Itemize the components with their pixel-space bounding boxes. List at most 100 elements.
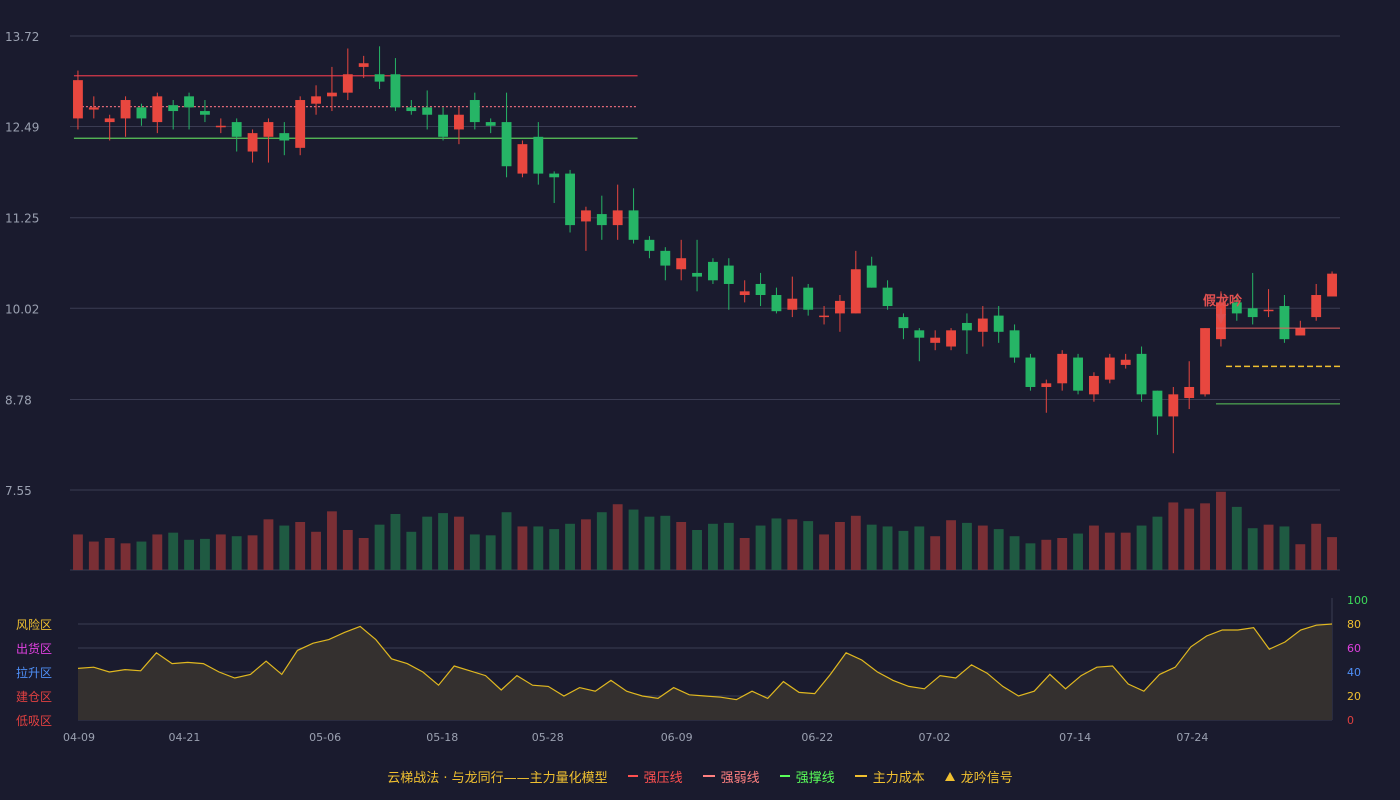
indicator-tick-label: 40 <box>1347 666 1361 679</box>
volume-bar <box>1152 516 1163 570</box>
candle-body <box>88 107 99 110</box>
volume-bar <box>1073 533 1083 570</box>
volume-bar <box>787 519 798 570</box>
legend-item-resistance[interactable]: 强压线 <box>627 767 683 786</box>
candle-body <box>215 125 226 128</box>
candle-body <box>1279 306 1290 340</box>
candle-body <box>1120 359 1131 365</box>
candle-body <box>1263 309 1274 312</box>
volume-bar <box>819 534 829 570</box>
candle-body <box>231 122 242 137</box>
volume-bar <box>1311 523 1322 570</box>
volume-bar <box>279 525 290 570</box>
date-tick-label: 07-24 <box>1176 731 1208 744</box>
legend-title: 云梯战法 · 与龙同行——主力量化模型 <box>387 770 608 786</box>
volume-bar <box>469 534 480 570</box>
indicator-tick-label: 100 <box>1347 594 1368 607</box>
volume-bar <box>263 519 274 570</box>
volume-bar <box>755 525 766 570</box>
volume-bar <box>660 515 671 570</box>
legend-item-signal[interactable]: 龙吟信号 <box>944 767 1013 786</box>
volume-bar <box>930 536 941 570</box>
volume-bar <box>88 541 99 570</box>
candle-body <box>1104 357 1115 380</box>
volume-bar <box>517 526 528 570</box>
zone-label: 拉升区 <box>16 665 52 680</box>
candle-body <box>993 315 1004 332</box>
volume-bar <box>215 534 226 570</box>
volume-bar <box>1263 524 1274 570</box>
volume-bar <box>152 534 163 570</box>
volume-bar <box>247 535 258 570</box>
volume-bar <box>882 526 893 570</box>
volume-bar <box>850 515 861 570</box>
candle-body <box>914 330 925 338</box>
volume-bar <box>501 512 512 570</box>
candle-body <box>850 269 861 314</box>
volume-bar <box>231 536 242 570</box>
volume-bar <box>993 529 1004 570</box>
candle-body <box>1247 308 1258 318</box>
resistance-swatch <box>627 775 638 777</box>
cost-swatch <box>854 775 867 777</box>
candle-body <box>581 210 591 222</box>
volume-bar <box>914 526 925 570</box>
volume-bar <box>1025 543 1036 570</box>
volume-bar <box>406 531 417 570</box>
volume-bar <box>438 513 448 570</box>
volume-bar <box>358 538 369 570</box>
candle-body <box>644 239 655 251</box>
candle-body <box>882 287 893 307</box>
legend-item-cost[interactable]: 主力成本 <box>854 767 925 786</box>
candle-body <box>390 74 401 108</box>
legend-item-strength[interactable]: 强弱线 <box>702 767 760 786</box>
volume-bar <box>946 520 956 570</box>
candle-body <box>168 105 179 112</box>
volume-bar <box>962 522 972 570</box>
candle-body <box>1311 295 1322 318</box>
indicator-tick-label: 20 <box>1347 690 1361 703</box>
volume-bar <box>1216 491 1226 570</box>
date-tick-label: 05-18 <box>426 731 458 744</box>
candle-body <box>342 74 353 93</box>
candle-body <box>422 107 433 115</box>
volume-bar <box>454 516 464 570</box>
candle-body <box>930 337 941 343</box>
volume-bar <box>120 543 131 570</box>
signal-triangle-icon <box>944 771 955 781</box>
volume-bar <box>1089 525 1099 570</box>
volume-bar <box>200 538 210 570</box>
volume-bar <box>692 530 702 570</box>
legend-item-support[interactable]: 强撑线 <box>779 767 835 786</box>
candle-body <box>755 283 766 296</box>
legend-label-strength: 强弱线 <box>720 770 760 786</box>
price-tick-label: 13.72 <box>5 30 39 44</box>
volume-bar <box>628 509 639 570</box>
candle-body <box>374 74 385 82</box>
candle-body <box>1073 357 1083 391</box>
candle-body <box>1327 273 1337 297</box>
price-tick-label: 8.78 <box>5 393 32 407</box>
candle-body <box>628 210 639 240</box>
candle-body <box>723 265 734 284</box>
candle-body <box>660 250 671 266</box>
candle-body <box>1009 330 1020 358</box>
candle-body <box>120 100 131 119</box>
volume-bar <box>1120 532 1131 570</box>
candle-body <box>898 317 909 329</box>
candle-body <box>184 96 194 108</box>
zone-label: 低吸区 <box>16 714 52 728</box>
indicator-tick-label: 60 <box>1347 642 1361 655</box>
volume-bar <box>1200 503 1210 570</box>
strength-swatch <box>702 775 715 777</box>
candle-body <box>454 114 464 130</box>
date-tick-label: 04-21 <box>168 731 200 744</box>
candlestick-chart: 13.72 12.49 11.25 10.02 8.78 7.55 假龙吟 100 80 60 40… <box>5 30 1368 744</box>
volume-bar <box>1327 537 1337 570</box>
candle-body <box>866 265 877 288</box>
candle-body <box>247 133 258 152</box>
price-tick-label: 12.49 <box>5 121 39 135</box>
candle-body <box>200 111 210 115</box>
date-tick-label: 07-14 <box>1059 731 1091 744</box>
candle-body <box>469 100 480 123</box>
